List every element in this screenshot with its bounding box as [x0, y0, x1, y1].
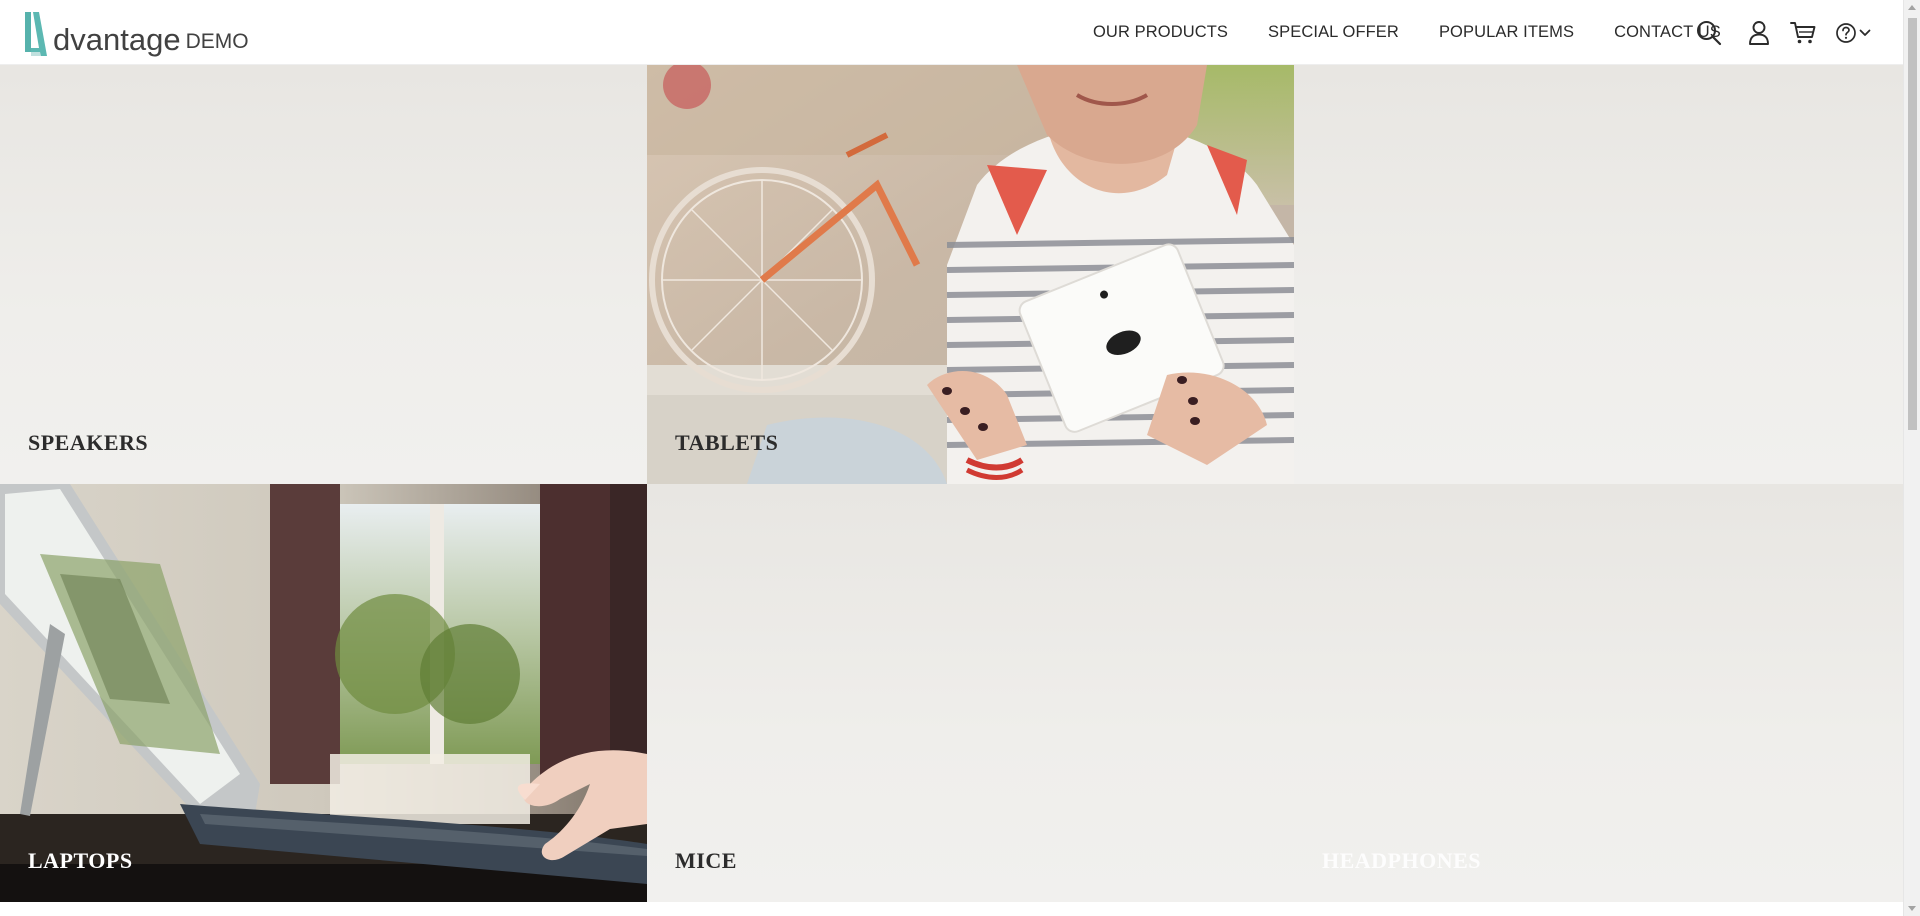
category-label-headphones: HEADPHONES — [1322, 848, 1482, 873]
help-icon — [1836, 22, 1856, 43]
main-nav: OUR PRODUCTS SPECIAL OFFER POPULAR ITEMS… — [1053, 0, 1721, 65]
cart-button[interactable] — [1787, 13, 1819, 53]
category-tile-empty[interactable] — [1294, 65, 1903, 484]
scroll-thumb[interactable] — [1908, 18, 1917, 430]
brand-suffix: DEMO — [185, 30, 249, 53]
category-tile-speakers[interactable]: SPEAKERS — [0, 65, 647, 484]
user-menu-button[interactable] — [1743, 13, 1775, 53]
nav-special-offer[interactable]: SPECIAL OFFER — [1268, 23, 1399, 42]
category-label-mice: MICE — [675, 848, 737, 873]
category-tile-headphones[interactable]: HEADPHONES — [1294, 484, 1903, 902]
search-button[interactable] — [1693, 13, 1725, 53]
chevron-down-icon — [1859, 29, 1871, 36]
category-label-speakers: SPEAKERS — [28, 430, 149, 455]
brand-name: dvantage — [53, 22, 181, 57]
user-icon — [1749, 20, 1769, 45]
category-grid: SPEAKERS TABLETS LAPTOPS MICE HEADPHONES — [0, 65, 1903, 902]
scroll-down-icon[interactable] — [1908, 906, 1916, 911]
category-tile-laptops[interactable]: LAPTOPS — [0, 484, 647, 902]
category-label-tablets: TABLETS — [675, 430, 779, 455]
category-tile-mice[interactable]: MICE — [647, 484, 1294, 902]
brand-logo[interactable]: dvantage DEMO — [22, 8, 249, 58]
tablets-photo — [647, 65, 1294, 484]
category-label-laptops: LAPTOPS — [28, 848, 133, 873]
scroll-up-icon[interactable] — [1908, 5, 1916, 10]
laptops-photo — [0, 484, 647, 902]
category-tile-tablets[interactable]: TABLETS — [647, 65, 1294, 484]
logo-mark-icon — [25, 12, 47, 56]
cart-icon — [1790, 21, 1816, 43]
site-header: dvantage DEMO OUR PRODUCTS SPECIAL OFFER… — [0, 0, 1903, 65]
header-icons — [1693, 0, 1875, 65]
nav-popular-items[interactable]: POPULAR ITEMS — [1439, 23, 1574, 42]
search-icon — [1697, 20, 1722, 45]
page-scrollbar[interactable] — [1903, 0, 1920, 916]
help-menu-button[interactable] — [1831, 13, 1875, 53]
nav-our-products[interactable]: OUR PRODUCTS — [1093, 23, 1228, 42]
